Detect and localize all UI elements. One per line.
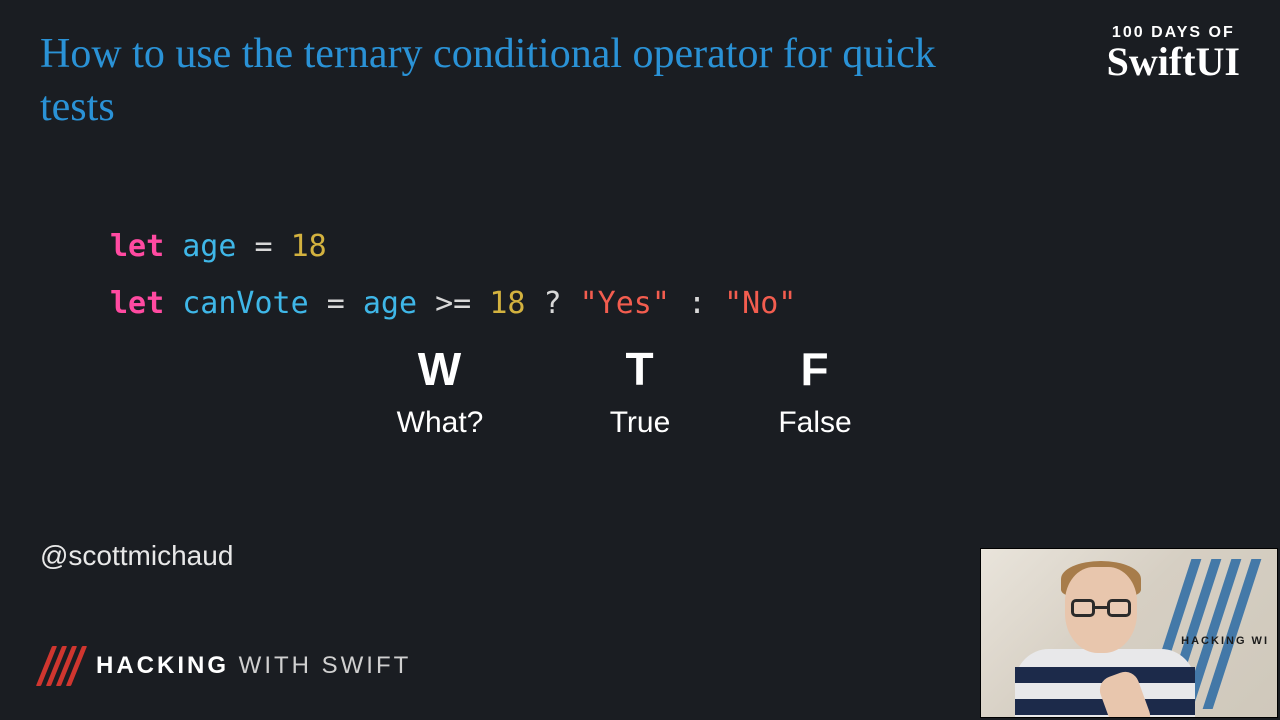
brand-bottom-text: SwiftUI	[1107, 42, 1240, 82]
code-example: let age = 18 let canVote = age >= 18 ? "…	[110, 218, 796, 332]
footer-brand-text: HACKING WITH SWIFT	[96, 652, 411, 680]
equals-op: =	[236, 229, 290, 264]
attribution-handle: @scottmichaud	[40, 540, 233, 572]
wtf-letter-w: W	[330, 342, 550, 396]
number-literal: 18	[291, 229, 327, 264]
wtf-col-true: T True	[550, 342, 730, 440]
question-op: ?	[525, 286, 579, 321]
number-literal: 18	[489, 286, 525, 321]
keyword-let: let	[110, 229, 164, 264]
brand-badge: 100 DAYS OF SwiftUI	[1107, 24, 1240, 82]
wtf-word-false: False	[730, 406, 900, 440]
identifier-age: age	[363, 286, 417, 321]
presenter-figure	[995, 553, 1195, 718]
wtf-letter-t: T	[550, 342, 730, 396]
identifier-canvote: canVote	[182, 286, 308, 321]
presenter-webcam: HACKING WI	[980, 548, 1278, 718]
keyword-let: let	[110, 286, 164, 321]
footer-brand: HACKING WITH SWIFT	[40, 646, 411, 686]
wtf-col-what: W What?	[330, 342, 550, 440]
footer-bold: HACKING	[96, 652, 229, 679]
wtf-word-true: True	[550, 406, 730, 440]
identifier-age: age	[182, 229, 236, 264]
string-no: "No"	[724, 286, 796, 321]
footer-light: WITH SWIFT	[229, 652, 411, 679]
hws-slash-icon	[40, 646, 80, 686]
string-yes: "Yes"	[580, 286, 670, 321]
wtf-word-what: What?	[330, 406, 550, 440]
wtf-mnemonic: W What? T True F False	[330, 342, 900, 440]
wtf-letter-f: F	[730, 342, 900, 396]
slide-title: How to use the ternary conditional opera…	[40, 28, 940, 133]
equals-op: =	[309, 286, 363, 321]
gte-op: >=	[417, 286, 489, 321]
wtf-col-false: F False	[730, 342, 900, 440]
colon-op: :	[670, 286, 724, 321]
